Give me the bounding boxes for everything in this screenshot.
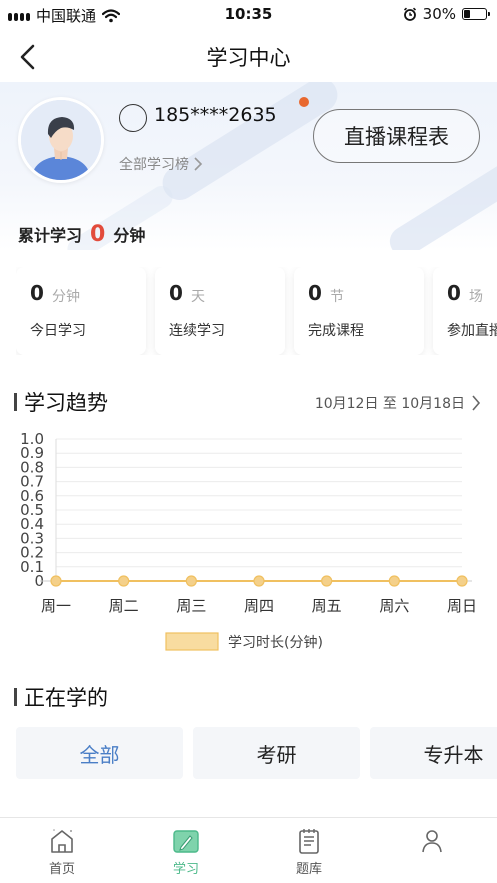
nav-home-label: 首页 — [48, 862, 75, 877]
total-unit: 分钟 — [113, 226, 146, 245]
y-tick-label: 1.0 — [20, 430, 44, 448]
study-rank-label: 全部学习榜 — [119, 157, 189, 173]
legend-label: 学习时长(分钟) — [228, 634, 323, 651]
nav-question-bank-label: 题库 — [295, 862, 322, 877]
page-title: 学习中心 — [206, 46, 291, 70]
profile-icon — [422, 830, 442, 853]
study-icon — [173, 830, 199, 853]
data-point — [456, 575, 468, 587]
data-point — [321, 575, 333, 587]
header-decoration — [384, 151, 497, 250]
stat-label: 完成课程 — [308, 323, 364, 339]
date-range-selector[interactable]: 10月12日 至 10月18日 — [315, 393, 481, 413]
trend-section-title: 学习趋势 — [14, 387, 108, 417]
stat-value: 0 — [308, 281, 322, 305]
stat-card-live: 0 场 参加直播 — [433, 267, 497, 355]
x-tick-label: 周六 — [379, 597, 409, 615]
stat-card-streak: 0 天 连续学习 — [155, 267, 285, 355]
total-value: 0 — [90, 222, 106, 247]
alarm-icon — [403, 7, 416, 21]
gender-radio[interactable] — [119, 104, 147, 132]
learning-section-title: 正在学的 — [14, 682, 108, 712]
learning-title: 正在学的 — [24, 686, 108, 710]
data-point — [253, 575, 265, 587]
user-phone: 185****2635 — [154, 104, 277, 126]
stat-value: 0 — [447, 281, 461, 305]
notification-dot — [299, 97, 309, 107]
nav-study-label: 学习 — [172, 862, 199, 877]
section-marker — [14, 688, 17, 706]
x-tick-label: 周二 — [109, 597, 139, 615]
tab-all[interactable]: 全部 — [16, 727, 183, 779]
legend-swatch — [165, 632, 219, 651]
course-filter-tabs: 全部 考研 专升本 — [16, 727, 497, 779]
section-marker — [14, 393, 17, 411]
status-bar: 中国联通 10:35 30% — [0, 0, 497, 28]
tab-zhuanshengben[interactable]: 专升本 — [370, 727, 497, 779]
battery-percent: 30% — [422, 5, 456, 23]
stats-row[interactable]: 0 分钟 今日学习 0 天 连续学习 0 节 完成课程 0 场 参加直播 — [16, 267, 497, 355]
chevron-right-icon — [472, 395, 481, 411]
stat-unit: 节 — [330, 289, 344, 305]
stat-unit: 天 — [191, 289, 205, 305]
data-point — [118, 575, 130, 587]
tab-kaoyan[interactable]: 考研 — [193, 727, 360, 779]
total-study-time: 累计学习 0 分钟 — [18, 222, 145, 247]
x-tick-label: 周三 — [176, 597, 206, 615]
avatar[interactable] — [18, 97, 104, 183]
stat-value: 0 — [30, 281, 44, 305]
nav-bar: 学习中心 — [0, 30, 497, 82]
data-point — [388, 575, 400, 587]
stat-card-courses: 0 节 完成课程 — [294, 267, 424, 355]
live-schedule-button[interactable]: 直播课程表 — [313, 109, 480, 163]
chevron-right-icon — [194, 157, 203, 171]
bottom-nav: 首页 学习 题库 — [0, 817, 497, 883]
stat-label: 连续学习 — [169, 323, 225, 339]
stat-unit: 场 — [469, 289, 483, 305]
date-range-text: 10月12日 至 10月18日 — [314, 396, 465, 412]
nav-question-bank[interactable]: 题库 — [264, 826, 354, 877]
nav-home[interactable]: 首页 — [17, 826, 107, 877]
study-rank-link[interactable]: 全部学习榜 — [119, 154, 203, 174]
stat-label: 参加直播 — [447, 323, 497, 339]
stat-card-today: 0 分钟 今日学习 — [16, 267, 146, 355]
nav-profile[interactable] — [387, 826, 477, 858]
x-tick-label: 周四 — [244, 597, 274, 615]
x-tick-label: 周五 — [312, 597, 342, 615]
stat-value: 0 — [169, 281, 183, 305]
stat-label: 今日学习 — [30, 323, 86, 339]
question-bank-icon — [299, 829, 319, 854]
battery-icon — [462, 8, 490, 20]
user-avatar-icon — [21, 100, 101, 180]
data-point — [185, 575, 197, 587]
x-tick-label: 周一 — [41, 597, 71, 615]
study-trend-chart: 00.10.20.30.40.50.60.70.80.91.0周一 周二 周三 周四周… — [20, 430, 477, 651]
x-tick-label: 周日 — [447, 597, 477, 615]
trend-title: 学习趋势 — [24, 391, 108, 415]
data-point — [50, 575, 62, 587]
nav-study[interactable]: 学习 — [141, 826, 231, 877]
stat-unit: 分钟 — [52, 289, 80, 305]
home-icon — [51, 829, 73, 853]
total-label: 累计学习 — [18, 226, 83, 245]
